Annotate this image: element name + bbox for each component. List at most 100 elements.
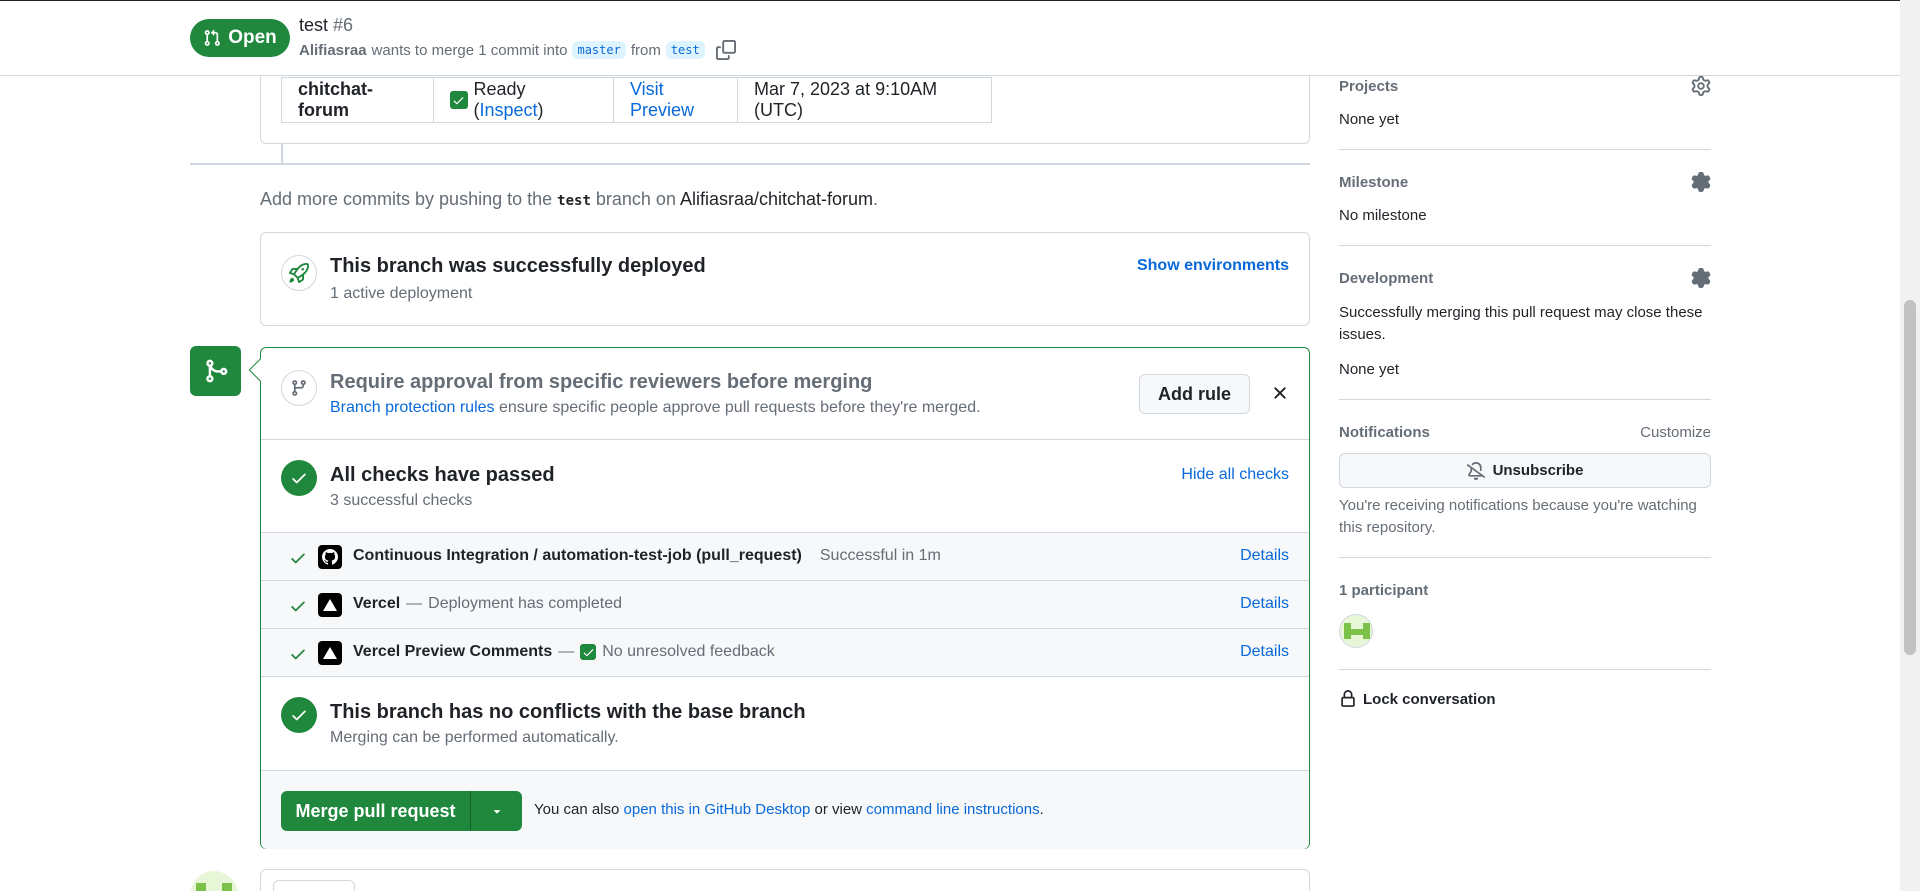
checkbox-check-icon bbox=[450, 91, 468, 109]
scrollbar-thumb[interactable] bbox=[1904, 300, 1916, 655]
check-details-link[interactable]: Details bbox=[1240, 547, 1289, 565]
pr-title: test #6 bbox=[299, 15, 353, 36]
close-icon[interactable] bbox=[1270, 383, 1290, 403]
push-hint-repo-link[interactable]: Alifiasraa/chitchat-forum bbox=[680, 189, 873, 209]
sidebar-participants: 1 participant bbox=[1339, 558, 1711, 670]
deployment-name: chitchat-forum bbox=[282, 78, 434, 122]
deployed-title: This branch was successfully deployed bbox=[330, 255, 706, 277]
push-hint-middle: branch on bbox=[595, 189, 676, 209]
check-status: Successful in 1m bbox=[819, 547, 941, 564]
lock-conversation-link[interactable]: Lock conversation bbox=[1339, 690, 1496, 708]
git-branch-icon bbox=[281, 370, 317, 406]
head-branch-tag[interactable]: test bbox=[665, 41, 705, 59]
comment-box bbox=[260, 869, 1310, 891]
pr-number: #6 bbox=[333, 15, 354, 35]
sidebar-milestone: Milestone No milestone bbox=[1339, 150, 1711, 246]
notifications-reason: You're receiving notifications because y… bbox=[1339, 497, 1697, 536]
avatar[interactable] bbox=[190, 871, 238, 891]
triangle-down-icon bbox=[493, 810, 500, 814]
command-line-instructions-link[interactable]: command line instructions bbox=[866, 801, 1039, 818]
bell-slash-icon bbox=[1466, 461, 1485, 480]
development-description: Successfully merging this pull request m… bbox=[1339, 304, 1703, 343]
merge-pull-request-button[interactable]: Merge pull request bbox=[281, 791, 471, 831]
git-pull-request-icon bbox=[204, 29, 221, 46]
avatar[interactable] bbox=[1339, 614, 1373, 648]
check-icon bbox=[291, 649, 305, 660]
show-environments-link[interactable]: Show environments bbox=[1137, 257, 1289, 275]
open-github-desktop-link[interactable]: open this in GitHub Desktop bbox=[624, 801, 811, 818]
merge-hint-suffix: . bbox=[1039, 801, 1044, 818]
branch-protection-rules-link[interactable]: Branch protection rules bbox=[330, 399, 495, 416]
check-separator: — bbox=[558, 643, 575, 660]
github-icon bbox=[318, 545, 342, 569]
participants-label: 1 participant bbox=[1339, 582, 1429, 599]
timeline-end-divider bbox=[190, 163, 1310, 165]
check-row: Vercel Preview Comments — No unresolved … bbox=[261, 629, 1309, 677]
check-status: Deployment has completed bbox=[428, 595, 623, 612]
checks-title: All checks have passed bbox=[330, 464, 555, 486]
base-branch-tag[interactable]: master bbox=[572, 41, 626, 59]
check-details-link[interactable]: Details bbox=[1240, 595, 1289, 613]
vercel-icon bbox=[318, 593, 342, 617]
conflicts-section: This branch has no conflicts with the ba… bbox=[261, 677, 1309, 771]
check-details-link[interactable]: Details bbox=[1240, 643, 1289, 661]
check-row: Continuous Integration / automation-test… bbox=[261, 533, 1309, 581]
merge-action-section: Merge pull request You can also open thi… bbox=[261, 771, 1309, 849]
rule-title: Require approval from specific reviewers… bbox=[330, 371, 873, 393]
check-separator: — bbox=[406, 595, 423, 612]
check-icon bbox=[291, 553, 305, 564]
unsubscribe-button[interactable]: Unsubscribe bbox=[1339, 453, 1711, 488]
pr-author-link[interactable]: Alifiasraa bbox=[299, 42, 367, 59]
gear-icon[interactable] bbox=[1691, 172, 1711, 192]
inspect-link[interactable]: Inspect bbox=[480, 100, 538, 120]
milestone-value: No milestone bbox=[1339, 207, 1427, 224]
deployment-status: Ready (Inspect) bbox=[434, 78, 614, 122]
deployed-subtitle: 1 active deployment bbox=[330, 285, 473, 302]
pr-merge-summary: Alifiasraa wants to merge 1 commit into … bbox=[299, 40, 736, 60]
deployment-table: chitchat-forum Ready (Inspect) Visit Pre… bbox=[281, 77, 992, 123]
check-icon bbox=[291, 601, 305, 612]
page-scrollbar[interactable] bbox=[1900, 0, 1920, 891]
merge-box: Require approval from specific reviewers… bbox=[248, 347, 1310, 849]
comment-tab[interactable] bbox=[273, 880, 355, 891]
merge-method-dropdown[interactable] bbox=[471, 791, 522, 831]
unsubscribe-label: Unsubscribe bbox=[1492, 462, 1584, 479]
check-name: Vercel Preview Comments bbox=[353, 643, 553, 660]
lock-icon bbox=[1341, 690, 1355, 707]
pr-state-label: Open bbox=[228, 27, 277, 48]
check-row: Vercel — Deployment has completed Detail… bbox=[261, 581, 1309, 629]
gear-icon[interactable] bbox=[1691, 268, 1711, 288]
copy-icon[interactable] bbox=[715, 40, 736, 60]
push-hint-suffix: . bbox=[873, 189, 879, 209]
push-hint-branch: test bbox=[557, 193, 591, 209]
merge-hint-middle: or view bbox=[814, 801, 862, 818]
milestone-label: Milestone bbox=[1339, 174, 1409, 191]
vercel-icon bbox=[318, 641, 342, 665]
check-circle-icon bbox=[281, 697, 317, 733]
checks-summary-section: All checks have passed 3 successful chec… bbox=[261, 440, 1309, 533]
check-circle-icon bbox=[281, 460, 317, 496]
pr-merge-text: wants to merge 1 commit into bbox=[371, 41, 568, 59]
timeline-line bbox=[281, 144, 283, 164]
add-rule-button[interactable]: Add rule bbox=[1139, 374, 1250, 414]
merge-button-group: Merge pull request bbox=[281, 791, 522, 831]
customize-link[interactable]: Customize bbox=[1640, 424, 1711, 441]
visit-preview-link[interactable]: Visit Preview bbox=[630, 79, 721, 121]
pr-title-text: test bbox=[299, 15, 329, 35]
lock-conversation-label: Lock conversation bbox=[1363, 690, 1496, 708]
checkbox-check-icon bbox=[580, 644, 597, 660]
sidebar-development: Development Successfully merging this pu… bbox=[1339, 246, 1711, 400]
conflicts-title: This branch has no conflicts with the ba… bbox=[330, 701, 806, 723]
branch-protection-section: Require approval from specific reviewers… bbox=[261, 348, 1309, 440]
merge-hint: You can also open this in GitHub Desktop… bbox=[534, 801, 1044, 818]
hide-all-checks-link[interactable]: Hide all checks bbox=[1181, 466, 1289, 484]
rule-description-text: ensure specific people approve pull requ… bbox=[498, 399, 981, 416]
projects-value: None yet bbox=[1339, 111, 1400, 128]
gear-icon[interactable] bbox=[1691, 76, 1711, 96]
push-hint-prefix: Add more commits by pushing to the bbox=[260, 189, 553, 209]
sticky-pr-header: Open test #6 Alifiasraa wants to merge 1… bbox=[0, 0, 1900, 76]
checks-subtitle: 3 successful checks bbox=[330, 492, 473, 509]
development-label: Development bbox=[1339, 270, 1434, 287]
sidebar-notifications: Notifications Customize Unsubscribe You'… bbox=[1339, 400, 1711, 558]
check-status: No unresolved feedback bbox=[602, 643, 775, 660]
